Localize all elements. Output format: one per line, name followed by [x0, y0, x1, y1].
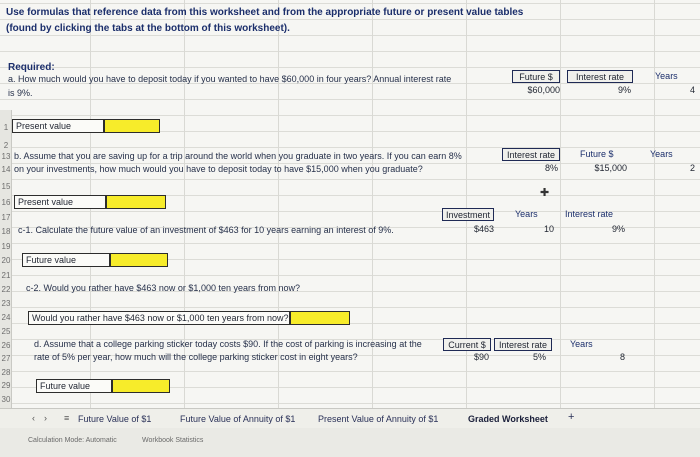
- header-c1-interest-rate[interactable]: Interest rate: [565, 209, 613, 220]
- tab-future-value-of-annuity[interactable]: Future Value of Annuity of $1: [180, 413, 295, 425]
- row-number[interactable]: 21: [0, 271, 12, 281]
- scroll-left-icon[interactable]: ‹: [32, 413, 35, 423]
- status-bar: Calculation Mode: Automatic Workbook Sta…: [0, 428, 700, 457]
- header-a-interest-rate[interactable]: Interest rate: [567, 70, 633, 83]
- answer-d-label: Future value: [36, 379, 112, 393]
- row-number[interactable]: 1: [0, 123, 12, 133]
- row-number[interactable]: 16: [0, 198, 12, 208]
- intro-line-1: Use formulas that reference data from th…: [6, 7, 524, 18]
- value-c1-years[interactable]: 10: [500, 224, 554, 235]
- answer-c2-input[interactable]: [290, 311, 350, 325]
- answer-a-input[interactable]: [104, 119, 160, 133]
- calculation-mode-status[interactable]: Calculation Mode: Automatic: [28, 437, 117, 444]
- answer-c1-label: Future value: [22, 253, 110, 267]
- question-a-line-2: is 9%.: [8, 88, 33, 98]
- value-a-years[interactable]: 4: [640, 85, 695, 96]
- question-b-line-2: on your investments, how much would you …: [14, 164, 423, 174]
- question-c2-text: c-2. Would you rather have $463 now or $…: [26, 283, 300, 293]
- value-b-interest-rate[interactable]: 8%: [502, 163, 558, 174]
- value-d-years[interactable]: 8: [565, 352, 625, 363]
- row-number[interactable]: 22: [0, 285, 12, 295]
- header-b-years[interactable]: Years: [650, 149, 673, 160]
- intro-line-2: (found by clicking the tabs at the botto…: [6, 23, 290, 34]
- value-c1-investment[interactable]: $463: [442, 224, 494, 235]
- question-d-line-1: d. Assume that a college parking sticker…: [34, 339, 422, 349]
- answer-c1-input[interactable]: [110, 253, 168, 267]
- header-c1-years[interactable]: Years: [515, 209, 538, 220]
- header-d-current[interactable]: Current $: [443, 338, 491, 351]
- row-number[interactable]: 28: [0, 368, 12, 378]
- header-b-future[interactable]: Future $: [580, 149, 614, 160]
- row-number[interactable]: 26: [0, 341, 12, 351]
- value-c1-interest-rate[interactable]: 9%: [565, 224, 625, 235]
- value-a-interest-rate[interactable]: 9%: [567, 85, 631, 96]
- question-c1-text: c-1. Calculate the future value of an in…: [18, 225, 394, 235]
- required-label: Required:: [8, 62, 55, 73]
- row-number[interactable]: 15: [0, 182, 12, 192]
- header-b-interest-rate[interactable]: Interest rate: [502, 148, 560, 161]
- workbook-statistics-button[interactable]: Workbook Statistics: [142, 437, 203, 444]
- sheet-list-icon[interactable]: ≡: [64, 413, 69, 423]
- value-d-interest-rate[interactable]: 5%: [494, 352, 546, 363]
- row-number[interactable]: 17: [0, 213, 12, 223]
- value-a-future[interactable]: $60,000: [512, 85, 560, 96]
- tab-graded-worksheet[interactable]: Graded Worksheet: [468, 413, 548, 425]
- value-b-future[interactable]: $15,000: [567, 163, 627, 174]
- value-d-current[interactable]: $90: [443, 352, 489, 363]
- row-number[interactable]: 25: [0, 327, 12, 337]
- header-c1-investment[interactable]: Investment: [442, 208, 494, 221]
- tab-future-value-of-1[interactable]: Future Value of $1: [78, 413, 151, 425]
- question-b-line-1: b. Assume that you are saving up for a t…: [14, 151, 462, 161]
- tab-present-value-of-annuity[interactable]: Present Value of Annuity of $1: [318, 413, 438, 425]
- cell-cursor-icon: ✚: [540, 187, 550, 199]
- question-d-line-2: rate of 5% per year, how much will the c…: [34, 352, 358, 362]
- answer-b-label: Present value: [14, 195, 106, 209]
- answer-b-input[interactable]: [106, 195, 166, 209]
- row-number[interactable]: 19: [0, 242, 12, 252]
- row-number[interactable]: 29: [0, 381, 12, 391]
- row-number[interactable]: 18: [0, 227, 12, 237]
- row-number[interactable]: 2: [0, 141, 12, 151]
- row-number[interactable]: 14: [0, 165, 12, 175]
- add-sheet-button[interactable]: +: [568, 411, 574, 423]
- row-number[interactable]: 27: [0, 354, 12, 364]
- row-number[interactable]: 20: [0, 256, 12, 266]
- answer-a-label: Present value: [12, 119, 104, 133]
- answer-d-input[interactable]: [112, 379, 170, 393]
- row-number[interactable]: 23: [0, 299, 12, 309]
- row-number[interactable]: 13: [0, 152, 12, 162]
- question-a-line-1: a. How much would you have to deposit to…: [8, 74, 452, 84]
- row-number[interactable]: 30: [0, 395, 12, 405]
- row-number[interactable]: 24: [0, 313, 12, 323]
- value-b-years[interactable]: 2: [640, 163, 695, 174]
- answer-c2-label: Would you rather have $463 now or $1,000…: [28, 311, 290, 325]
- header-a-years[interactable]: Years: [655, 71, 678, 82]
- header-a-future[interactable]: Future $: [512, 70, 560, 83]
- sheet-tab-bar: ‹ › ≡ Future Value of $1 Future Value of…: [0, 408, 700, 428]
- scroll-right-icon[interactable]: ›: [44, 413, 47, 423]
- header-d-years[interactable]: Years: [570, 339, 593, 350]
- header-d-interest-rate[interactable]: Interest rate: [494, 338, 552, 351]
